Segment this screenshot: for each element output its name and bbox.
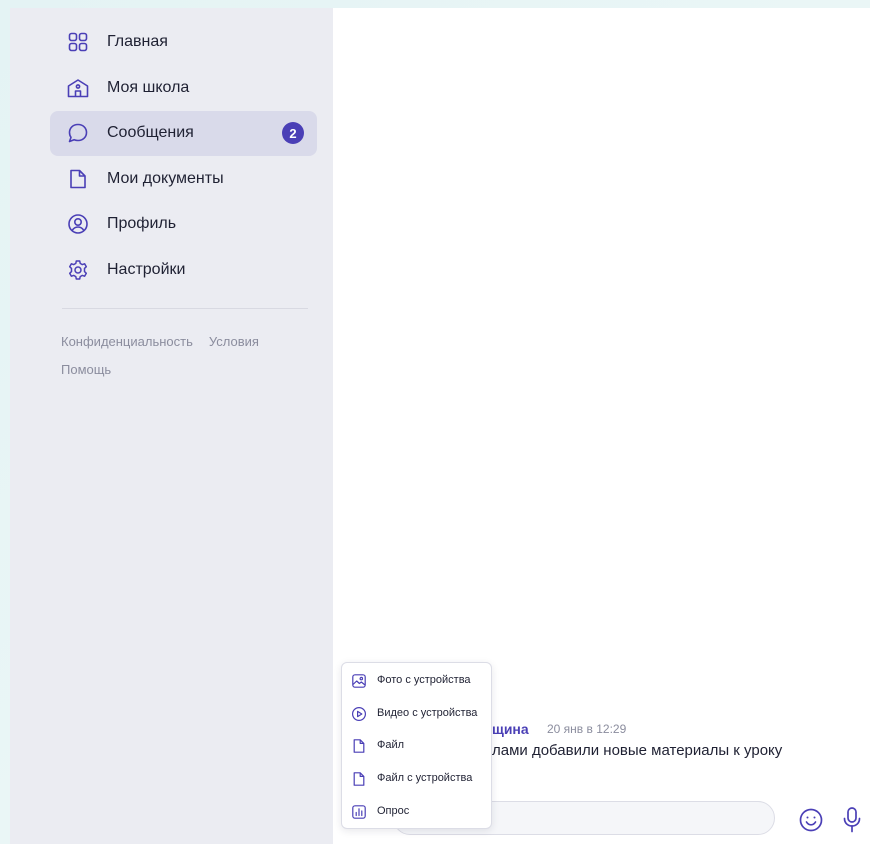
attach-file-from-device-item[interactable]: Файл с устройства: [342, 763, 493, 795]
file-icon: [351, 738, 367, 754]
attach-poll-item[interactable]: Опрос: [342, 796, 493, 828]
sidebar-item-messages[interactable]: Сообщения 2: [50, 111, 317, 156]
file-icon: [351, 771, 367, 787]
sidebar-footer-links: Конфиденциальность Условия Помощь: [61, 328, 321, 384]
menu-item-label: Фото с устройства: [377, 674, 471, 686]
help-link[interactable]: Помощь: [61, 362, 111, 377]
sidebar: Главная Моя школа Сообщения 2 Мои докуме…: [10, 8, 333, 844]
sidebar-item-label: Мои документы: [107, 170, 224, 187]
attach-menu: Фото с устройства Видео с устройства Фай…: [341, 662, 492, 829]
microphone-icon: [843, 807, 861, 833]
message-text: лами добавили новые материалы к уроку: [492, 742, 783, 759]
sidebar-divider: [62, 308, 308, 309]
attach-file-item[interactable]: Файл: [342, 730, 493, 762]
sidebar-item-documents[interactable]: Мои документы: [50, 157, 317, 202]
menu-item-label: Файл: [377, 739, 405, 751]
gear-icon: [66, 258, 90, 282]
menu-item-label: Видео с устройства: [377, 707, 478, 719]
message-author[interactable]: щина: [492, 721, 529, 737]
sidebar-item-profile[interactable]: Профиль: [50, 202, 317, 247]
chat-bubble-icon: [66, 121, 90, 145]
sidebar-item-home[interactable]: Главная: [50, 20, 317, 65]
image-icon: [351, 673, 367, 689]
grid-icon: [66, 30, 90, 54]
privacy-link[interactable]: Конфиденциальность: [61, 334, 193, 349]
menu-item-label: Файл с устройства: [377, 772, 473, 784]
attach-photo-item[interactable]: Фото с устройства: [342, 665, 493, 697]
document-icon: [66, 167, 90, 191]
smiley-icon: [799, 808, 823, 832]
menu-item-label: Опрос: [377, 805, 410, 817]
attach-video-item[interactable]: Видео с устройства: [342, 698, 493, 730]
sidebar-item-school[interactable]: Моя школа: [50, 66, 317, 111]
sidebar-item-label: Моя школа: [107, 79, 190, 96]
sidebar-item-settings[interactable]: Настройки: [50, 248, 317, 293]
sidebar-item-label: Главная: [107, 33, 168, 50]
poll-icon: [351, 804, 367, 820]
message-timestamp: 20 янв в 12:29: [547, 722, 627, 736]
school-icon: [66, 76, 90, 100]
sidebar-item-label: Профиль: [107, 215, 177, 232]
user-circle-icon: [66, 212, 90, 236]
emoji-button[interactable]: [798, 807, 824, 833]
sidebar-item-label: Настройки: [107, 261, 186, 278]
play-circle-icon: [351, 706, 367, 722]
voice-record-button[interactable]: [841, 806, 863, 834]
unread-count-badge: 2: [282, 122, 304, 144]
terms-link[interactable]: Условия: [209, 334, 259, 349]
sidebar-item-label: Сообщения: [107, 124, 194, 141]
